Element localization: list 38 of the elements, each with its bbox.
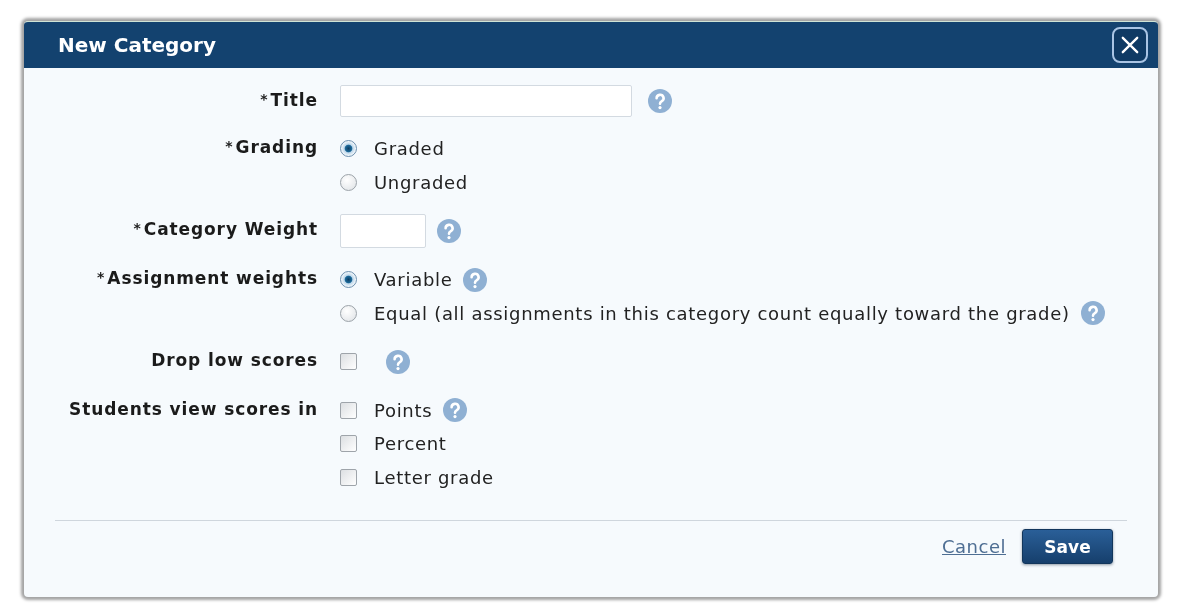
radio-label: Graded — [374, 138, 445, 160]
radio-button[interactable] — [340, 140, 357, 158]
help-icon[interactable] — [648, 89, 672, 113]
required-asterisk: * — [97, 269, 105, 285]
checkbox[interactable] — [340, 401, 357, 419]
radio-button[interactable] — [340, 304, 357, 322]
field-label: Drop low scores — [151, 350, 318, 370]
help-icon[interactable] — [437, 219, 461, 243]
required-asterisk: * — [260, 91, 268, 107]
required-asterisk: * — [225, 138, 233, 154]
checkbox-label: Percent — [374, 433, 447, 455]
field-label: Assignment weights — [107, 268, 318, 288]
checkbox-label: Points — [374, 399, 433, 421]
radio-label: Variable — [374, 269, 453, 291]
text-field[interactable] — [340, 214, 426, 248]
primary-button[interactable]: Save — [1022, 529, 1113, 564]
text-field[interactable] — [340, 85, 632, 117]
help-icon[interactable] — [1080, 301, 1105, 326]
checkbox[interactable] — [340, 353, 357, 371]
required-asterisk: * — [133, 220, 141, 236]
help-icon[interactable] — [443, 398, 468, 423]
field-label: Category Weight — [143, 219, 318, 239]
help-icon[interactable] — [463, 267, 488, 292]
field-label: Grading — [235, 137, 318, 157]
field-label: Title — [270, 90, 318, 110]
help-icon[interactable] — [386, 349, 410, 374]
radio-label: Equal (all assignments in this category count equally toward the grade) — [374, 302, 1070, 324]
close-button[interactable] — [1112, 27, 1148, 63]
footer-link[interactable]: Cancel — [942, 536, 1006, 557]
radio-label: Ungraded — [374, 171, 468, 193]
checkbox[interactable] — [340, 435, 357, 453]
radio-button[interactable] — [340, 173, 357, 191]
radio-button[interactable] — [340, 271, 357, 289]
checkbox[interactable] — [340, 468, 357, 486]
dialog-title: New Category — [58, 33, 216, 57]
checkbox-label: Letter grade — [374, 466, 494, 488]
field-label: Students view scores in — [69, 398, 318, 419]
close-icon — [1121, 36, 1139, 54]
